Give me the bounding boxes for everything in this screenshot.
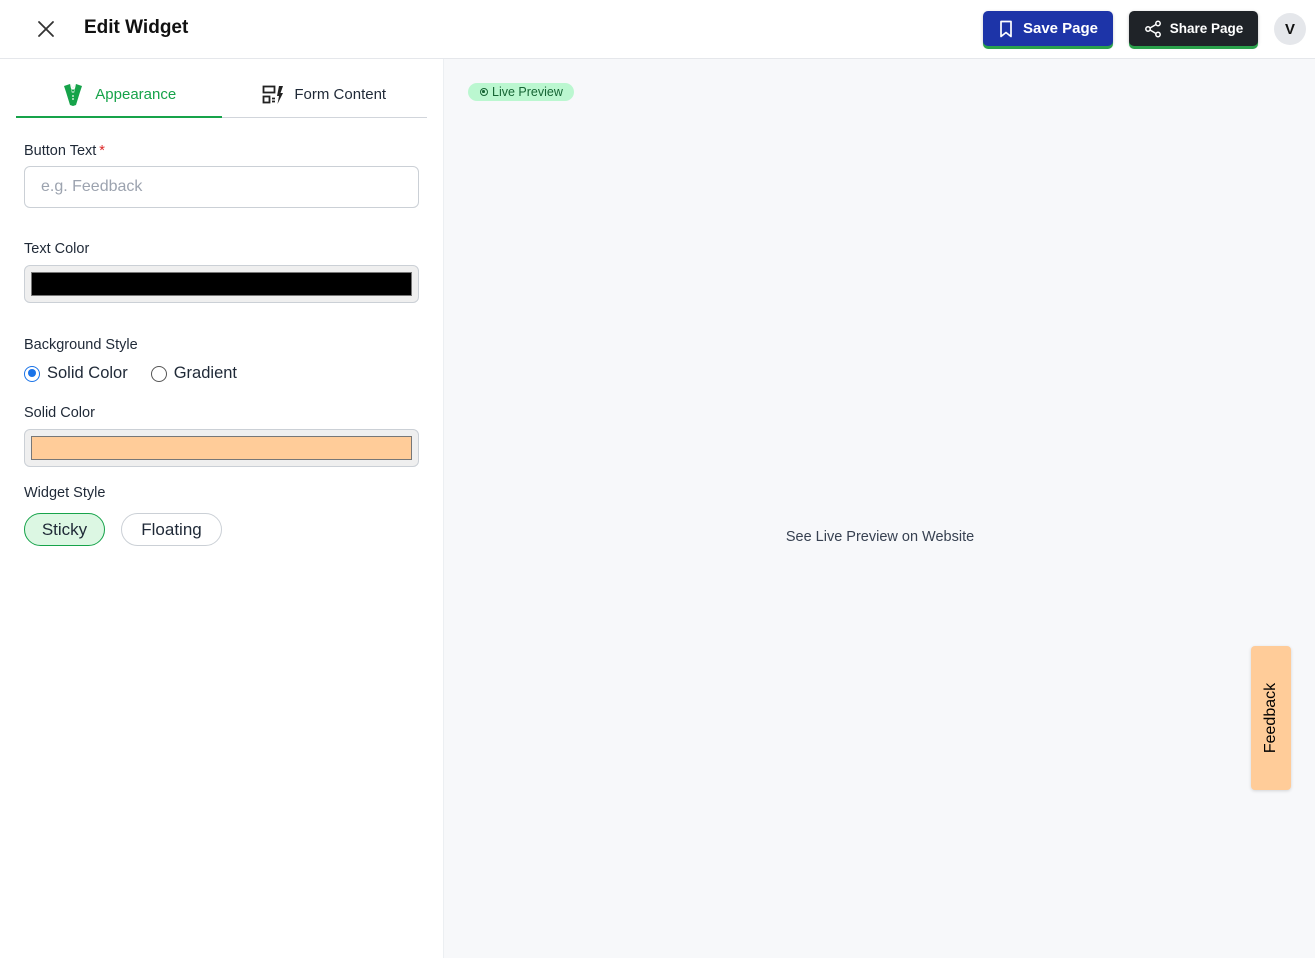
share-page-button[interactable]: Share Page (1129, 11, 1258, 46)
tuxedo-icon (64, 83, 83, 106)
edit-widget-app: Edit Widget Save Page Share Page V Appea… (0, 0, 1315, 958)
radio-solid-color[interactable] (24, 365, 40, 382)
widget-style-sticky[interactable]: Sticky (24, 513, 105, 546)
settings-panel: Appearance Form Content Button Text* Tex… (0, 59, 443, 958)
feedback-widget-tab[interactable]: Feedback (1251, 646, 1291, 790)
text-color-label: Text Color (24, 241, 90, 257)
preview-message: See Live Preview on Website (785, 529, 975, 545)
solid-color-swatch (31, 436, 412, 460)
tab-appearance[interactable]: Appearance (16, 72, 222, 118)
radio-gradient-label: Gradient (173, 364, 238, 382)
tab-form-content[interactable]: Form Content (222, 72, 428, 117)
radio-gradient[interactable] (150, 365, 167, 382)
text-color-swatch (31, 272, 412, 296)
required-marker: * (99, 143, 105, 159)
header: Edit Widget Save Page Share Page V (0, 0, 1315, 59)
bookmark-icon (1000, 20, 1012, 37)
live-preview-badge-label: Live Preview (492, 85, 563, 99)
preview-panel: Live Preview See Live Preview on Website… (443, 59, 1315, 958)
solid-color-label: Solid Color (24, 405, 95, 421)
button-text-input[interactable] (24, 166, 419, 208)
user-avatar[interactable]: V (1274, 13, 1306, 45)
live-preview-badge: Live Preview (468, 83, 574, 101)
close-button[interactable] (34, 17, 58, 41)
save-page-label: Save Page (1022, 20, 1099, 37)
share-page-label: Share Page (1169, 21, 1244, 36)
page-title: Edit Widget (84, 17, 189, 38)
form-layout-icon (262, 85, 284, 104)
tab-appearance-label: Appearance (95, 86, 177, 103)
background-style-label: Background Style (24, 337, 138, 353)
text-color-picker[interactable] (24, 265, 419, 303)
live-dot-icon (480, 88, 488, 96)
radio-solid-color-label: Solid Color (47, 364, 128, 382)
button-text-label: Button Text * (24, 143, 105, 159)
share-icon (1144, 20, 1161, 37)
background-style-options: Solid Color Gradient (24, 364, 237, 383)
save-page-button[interactable]: Save Page (983, 11, 1113, 46)
solid-color-picker[interactable] (24, 429, 419, 467)
close-icon (38, 21, 54, 37)
widget-style-label: Widget Style (24, 485, 106, 501)
widget-style-floating[interactable]: Floating (121, 513, 222, 546)
button-text-label-text: Button Text (24, 143, 97, 159)
feedback-widget-label: Feedback (1262, 682, 1280, 754)
tab-form-content-label: Form Content (294, 86, 387, 103)
tab-bar: Appearance Form Content (16, 72, 427, 118)
